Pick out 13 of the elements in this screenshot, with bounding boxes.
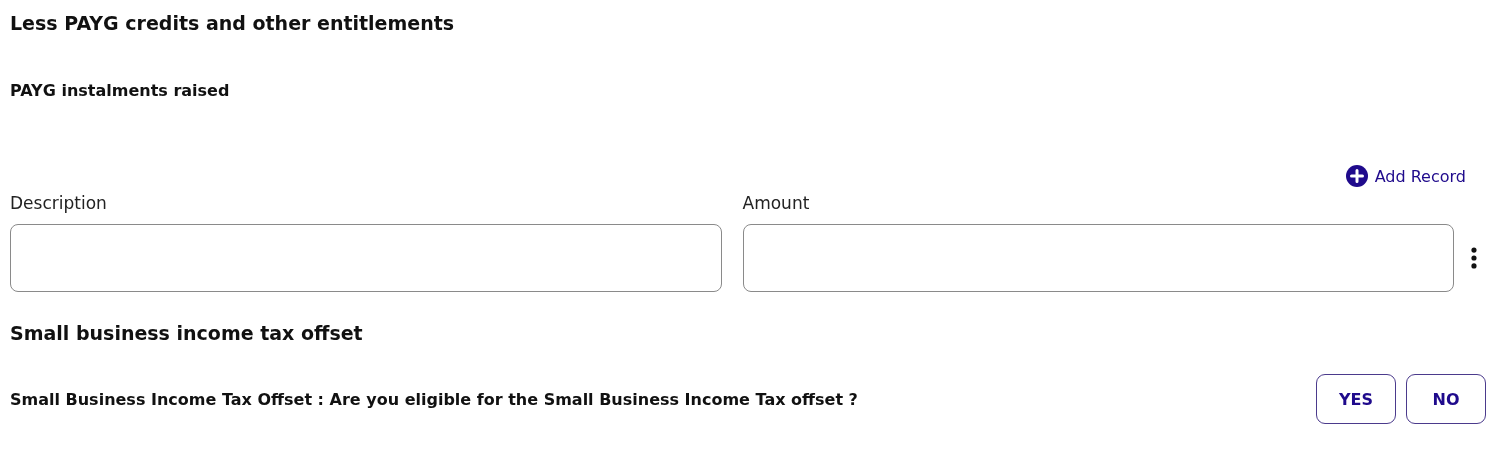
input-field[interactable] — [742, 224, 1455, 292]
plus-circle-icon — [1345, 165, 1368, 187]
section-title: Less PAYG credits and other entitlements — [10, 12, 456, 36]
section-title: Small business income tax offset — [10, 322, 364, 346]
field-label: Amount — [742, 193, 811, 213]
more-options-icon[interactable] — [1471, 247, 1477, 269]
subsection-title: PAYG instalments raised — [10, 81, 231, 102]
choice-button[interactable]: YES — [1316, 374, 1396, 424]
input-field[interactable] — [10, 224, 722, 292]
field-label: Description — [10, 193, 108, 213]
question-text: Small Business Income Tax Offset : Are you eligible for the Small Business Income Tax offset ? — [10, 389, 858, 409]
choice-button[interactable]: NO — [1406, 374, 1486, 424]
add-record-button[interactable]: Add Record — [1345, 165, 1466, 187]
